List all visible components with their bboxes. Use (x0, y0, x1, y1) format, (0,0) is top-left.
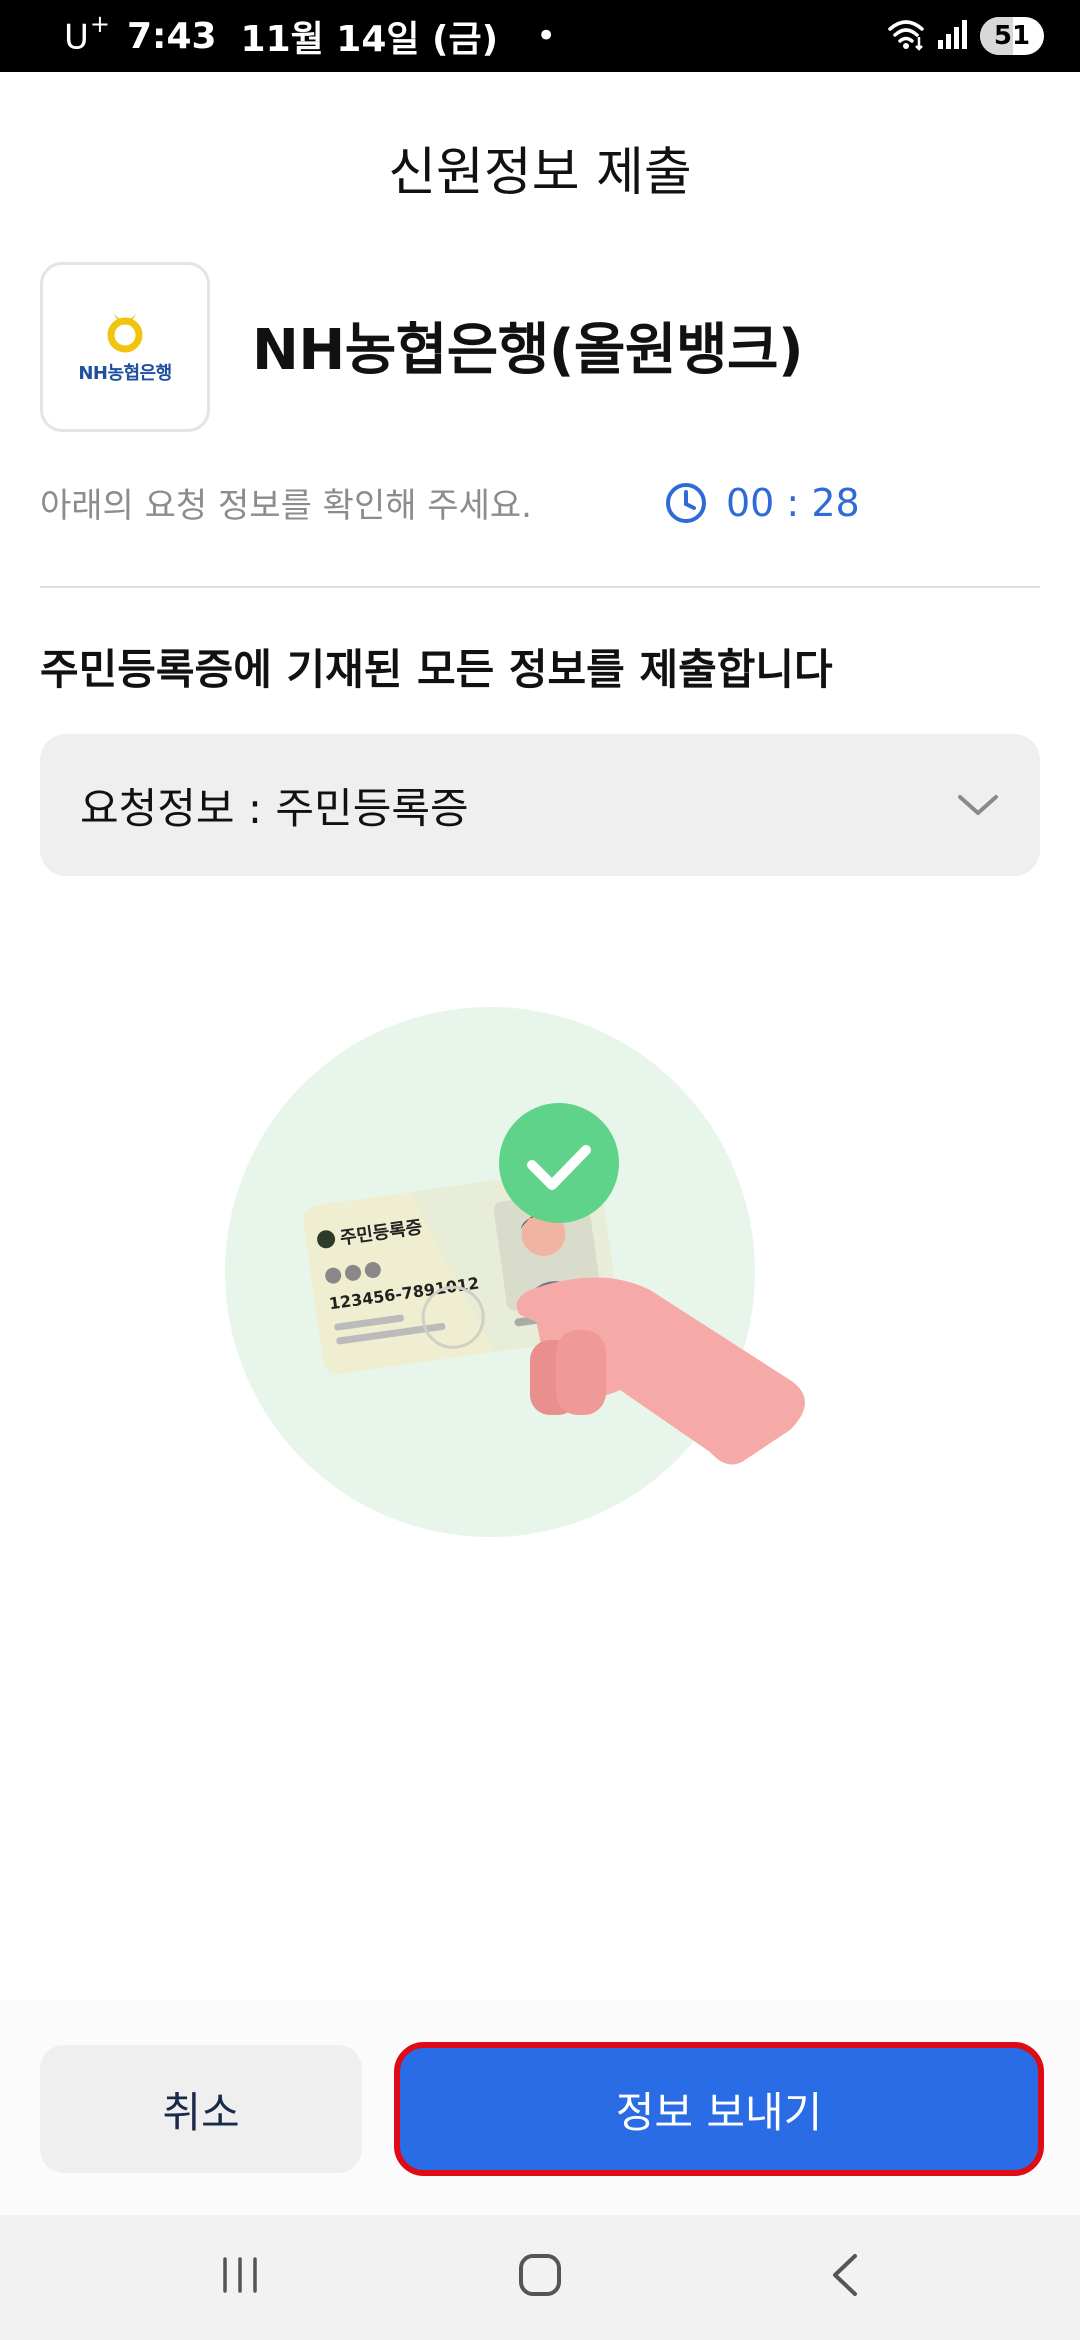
system-nav-bar (0, 2215, 1080, 2340)
back-button[interactable] (785, 2235, 905, 2315)
cancel-button[interactable]: 취소 (40, 2045, 362, 2173)
status-time: 7:43 (127, 15, 217, 57)
divider (40, 586, 1040, 588)
instruction-text: 아래의 요청 정보를 확인해 주세요. (40, 486, 532, 526)
bank-logo-text: NH농협은행 (78, 363, 172, 384)
nh-logo-icon (107, 313, 143, 353)
screen: U+ 7:43 11월 14일 (금) • 51 신원정보 제출 NH농협은행 … (0, 0, 1080, 2340)
battery-indicator: 51 (980, 17, 1044, 55)
battery-level: 51 (993, 21, 1031, 51)
back-icon (833, 2254, 857, 2296)
carrier-label: U+ (64, 10, 111, 58)
recents-icon (223, 2257, 257, 2293)
signal-icon (936, 18, 970, 54)
chevron-down-icon (958, 795, 998, 815)
countdown-timer: 00 : 28 (664, 478, 860, 528)
clock-icon (666, 483, 706, 523)
home-button[interactable] (480, 2235, 600, 2315)
home-icon (519, 2254, 561, 2296)
recents-button[interactable] (180, 2235, 300, 2315)
timer-value: 00 : 28 (726, 481, 860, 525)
request-info-label: 요청정보 : 주민등록증 (80, 783, 469, 833)
id-card-illustration: 주민등록증 123456-7891012 (180, 990, 900, 1590)
carrier-sup: + (89, 10, 111, 39)
check-badge (499, 1103, 619, 1223)
request-info-dropdown[interactable]: 요청정보 : 주민등록증 (40, 734, 1040, 876)
page-title: 신원정보 제출 (388, 143, 692, 203)
bank-name: NH농협은행(올원뱅크) (252, 318, 804, 383)
carrier-text: U (64, 17, 90, 58)
wifi-icon (886, 17, 926, 55)
notification-dot: • (536, 16, 557, 56)
status-date: 11월 14일 (금) (240, 19, 499, 60)
status-left: U+ 7:43 11월 14일 (금) • (64, 10, 557, 60)
status-bar: U+ 7:43 11월 14일 (금) • 51 (0, 0, 1080, 72)
bank-logo: NH농협은행 (40, 262, 210, 432)
submission-notice: 주민등록증에 기재된 모든 정보를 제출합니다 (40, 645, 833, 694)
send-info-button[interactable]: 정보 보내기 (394, 2042, 1044, 2176)
status-right: 51 (886, 12, 1044, 60)
